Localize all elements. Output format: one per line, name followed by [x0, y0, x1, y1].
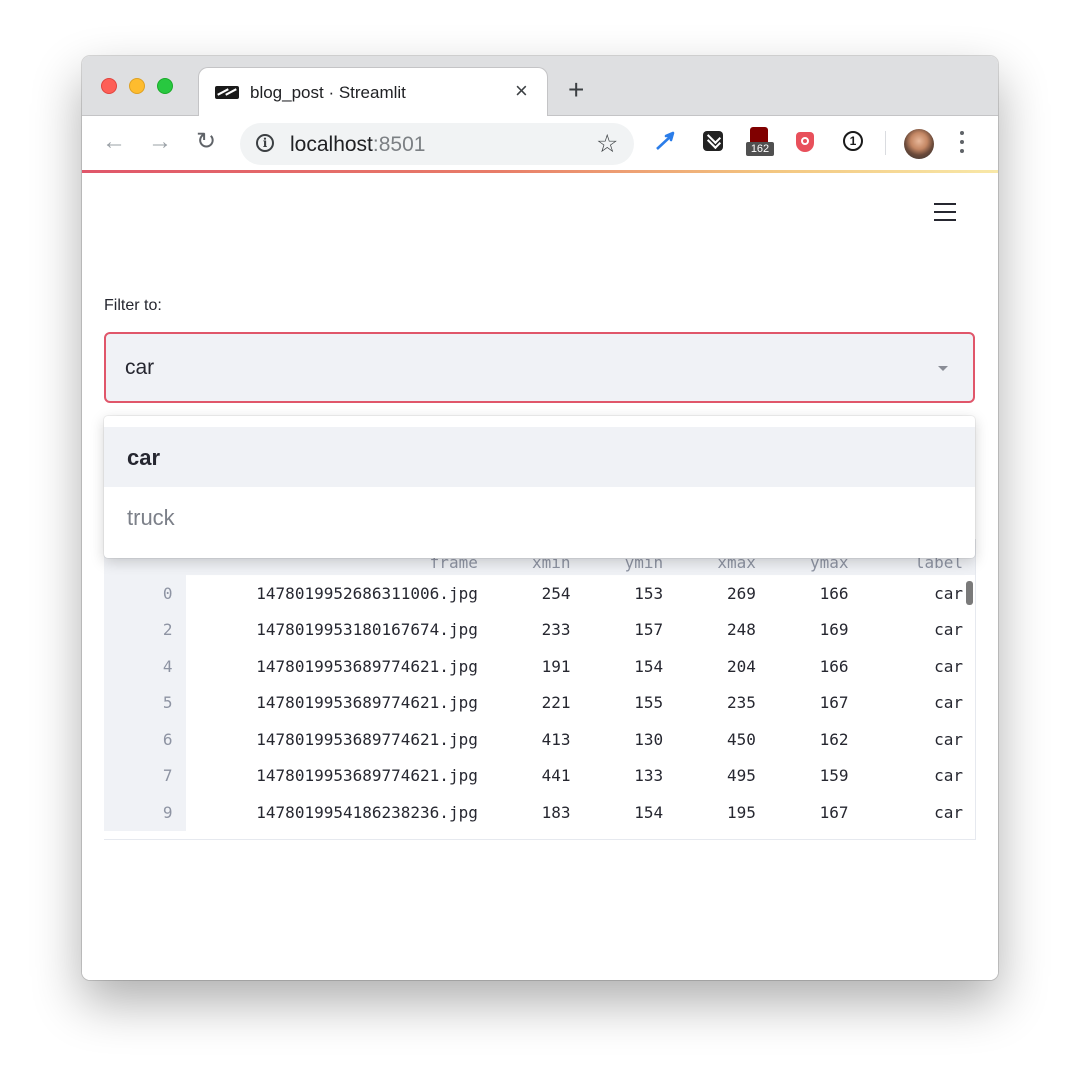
table-cell-xmax[interactable]: 204 — [663, 648, 756, 685]
chevron-down-icon[interactable] — [938, 366, 948, 371]
dropdown-option-label: truck — [127, 505, 175, 530]
table-cell-ymin[interactable]: 157 — [571, 612, 663, 649]
tab-strip: blog_post · Streamlit × + — [82, 56, 998, 117]
table-cell-label[interactable]: car — [849, 612, 975, 649]
bookmark-star-icon[interactable]: ☆ — [596, 129, 618, 159]
toolbar-divider — [885, 131, 886, 155]
table-cell-frame[interactable]: 1478019953689774621.jpg — [186, 758, 478, 795]
table-cell-xmax[interactable]: 195 — [663, 794, 756, 831]
table-cell-ymin[interactable]: 154 — [571, 794, 663, 831]
table-cell-ymax[interactable]: 166 — [756, 648, 849, 685]
table-cell-label[interactable]: car — [849, 648, 975, 685]
address-bar[interactable]: i localhost:8501 ☆ — [240, 123, 634, 165]
table-cell-label[interactable]: car — [849, 794, 975, 831]
table-cell-label[interactable]: car — [849, 575, 975, 612]
info-icon[interactable]: i — [256, 134, 274, 152]
ublock-extension-icon[interactable]: 162 — [746, 127, 774, 157]
row-index: 2 — [104, 611, 186, 648]
ublock-count-badge: 162 — [746, 142, 774, 156]
dropdown-option-car[interactable]: car — [104, 427, 975, 487]
tab-title: blog_post · Streamlit — [250, 83, 406, 102]
table-cell-ymin[interactable]: 154 — [571, 648, 663, 685]
table-row[interactable]: 5 1478019953689774621.jpg 221 155 235 167 car — [104, 684, 975, 722]
table-row[interactable]: 2 1478019953180167674.jpg 233 157 248 169 car — [104, 611, 975, 649]
table-row[interactable]: 7 1478019953689774621.jpg 441 133 495 159 car — [104, 757, 975, 795]
table-cell-frame[interactable]: 1478019953180167674.jpg — [186, 612, 478, 649]
table-row[interactable]: 6 1478019953689774621.jpg 413 130 450 162 car — [104, 721, 975, 758]
table-cell-xmax[interactable]: 450 — [663, 721, 756, 758]
table-row[interactable]: 9 1478019954186238236.jpg 183 154 195 167 car — [104, 794, 975, 831]
browser-window: blog_post · Streamlit × + ← → ↻ i localh… — [82, 56, 998, 980]
row-index: 9 — [104, 794, 186, 831]
password-manager-icon[interactable]: 1 — [843, 131, 863, 151]
table-cell-label[interactable]: car — [849, 721, 975, 758]
row-index: 7 — [104, 757, 186, 794]
table-cell-ymin[interactable]: 155 — [571, 685, 663, 722]
table-cell-label[interactable]: car — [849, 758, 975, 795]
table-row[interactable]: 0 1478019952686311006.jpg 254 153 269 166 car — [104, 575, 975, 612]
filter-label: Filter to: — [104, 297, 162, 314]
browser-tab[interactable]: blog_post · Streamlit × — [198, 67, 548, 117]
filter-select[interactable]: car — [104, 332, 975, 403]
table-row[interactable]: 4 1478019953689774621.jpg 191 154 204 166 car — [104, 648, 975, 685]
table-cell-ymin[interactable]: 153 — [571, 575, 663, 612]
dropdown-option-label: car — [127, 445, 161, 470]
minimize-window-button[interactable] — [129, 78, 145, 94]
table-cell-xmax[interactable]: 269 — [663, 575, 756, 612]
table-cell-xmax[interactable]: 235 — [663, 685, 756, 722]
forward-arrow-icon[interactable]: → — [148, 130, 172, 154]
more-menu-icon[interactable] — [959, 129, 965, 155]
new-tab-button[interactable]: + — [568, 76, 584, 104]
row-index: 6 — [104, 721, 186, 758]
table-cell-xmin[interactable]: 191 — [478, 648, 571, 685]
table-cell-ymax[interactable]: 167 — [756, 794, 849, 831]
table-cell-xmin[interactable]: 221 — [478, 685, 571, 722]
hamburger-menu-icon[interactable] — [934, 203, 956, 221]
table-cell-ymax[interactable]: 162 — [756, 721, 849, 758]
row-index: 5 — [104, 684, 186, 721]
reload-icon[interactable]: ↻ — [196, 130, 216, 154]
table-cell-ymax[interactable]: 169 — [756, 612, 849, 649]
table-cell-ymax[interactable]: 167 — [756, 685, 849, 722]
arrow-extension-icon[interactable] — [654, 130, 676, 152]
table-cell-ymin[interactable]: 133 — [571, 758, 663, 795]
table-cell-ymax[interactable]: 159 — [756, 758, 849, 795]
table-scrollbar[interactable] — [966, 581, 973, 605]
select-value: car — [125, 356, 155, 379]
table-cell-label[interactable]: car — [849, 685, 975, 722]
data-table[interactable]: frame xmin ymin xmax ymax label 0 1478019… — [104, 539, 976, 840]
table-cell-xmax[interactable]: 248 — [663, 612, 756, 649]
table-cell-frame[interactable]: 1478019953689774621.jpg — [186, 685, 478, 722]
browser-toolbar: ← → ↻ i localhost:8501 ☆ 162 1 — [82, 116, 998, 172]
table-cell-xmin[interactable]: 233 — [478, 612, 571, 649]
back-arrow-icon[interactable]: ← — [102, 130, 126, 154]
row-index: 4 — [104, 648, 186, 685]
profile-avatar[interactable] — [904, 129, 934, 159]
streamlit-app: Filter to: car frame xmin ymin xmax ymax… — [82, 173, 998, 980]
table-cell-frame[interactable]: 1478019954186238236.jpg — [186, 794, 478, 831]
table-cell-ymax[interactable]: 166 — [756, 575, 849, 612]
table-cell-xmin[interactable]: 183 — [478, 794, 571, 831]
table-cell-ymin[interactable]: 130 — [571, 721, 663, 758]
table-cell-xmin[interactable]: 254 — [478, 575, 571, 612]
tab-close-icon[interactable]: × — [515, 80, 528, 102]
layers-extension-icon[interactable] — [703, 131, 723, 151]
table-cell-xmin[interactable]: 441 — [478, 758, 571, 795]
table-cell-xmin[interactable]: 413 — [478, 721, 571, 758]
table-cell-xmax[interactable]: 495 — [663, 758, 756, 795]
url-text[interactable]: localhost:8501 — [290, 133, 425, 157]
table-cell-frame[interactable]: 1478019953689774621.jpg — [186, 648, 478, 685]
table-cell-frame[interactable]: 1478019953689774621.jpg — [186, 721, 478, 758]
dropdown-option-truck[interactable]: truck — [104, 487, 975, 547]
select-dropdown-menu: car truck — [104, 416, 975, 558]
table-cell-frame[interactable]: 1478019952686311006.jpg — [186, 575, 478, 612]
close-window-button[interactable] — [101, 78, 117, 94]
row-index: 0 — [104, 575, 186, 612]
maximize-window-button[interactable] — [157, 78, 173, 94]
streamlit-favicon-icon — [215, 86, 239, 99]
shield-extension-icon[interactable] — [796, 132, 814, 152]
